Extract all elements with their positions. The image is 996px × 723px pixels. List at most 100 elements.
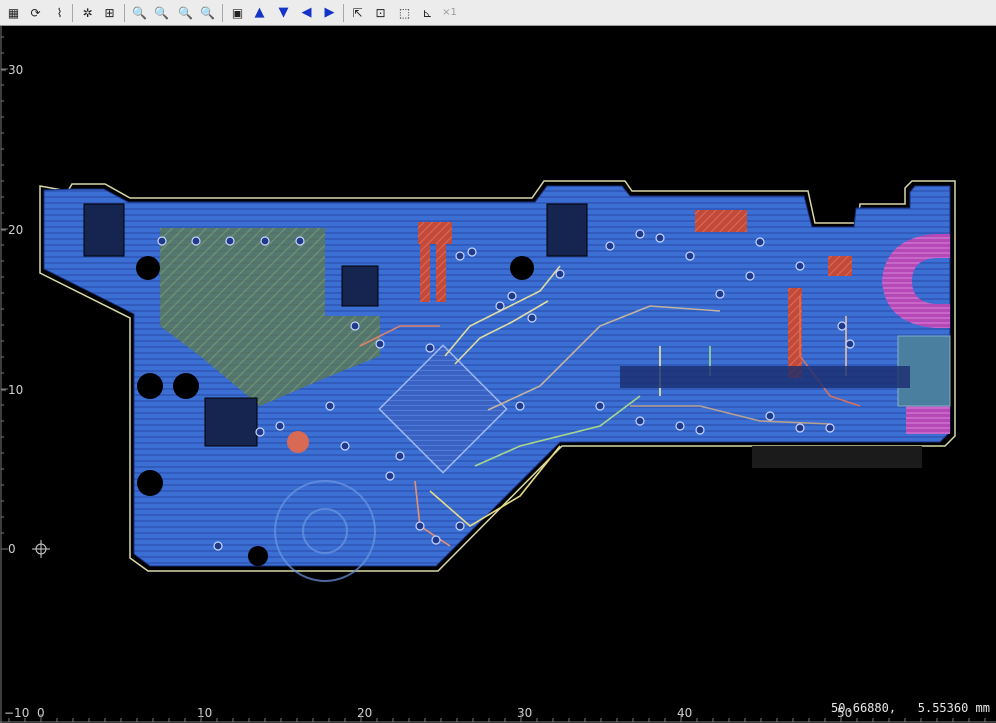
red-trace-2 [436,244,446,302]
via [605,241,615,251]
measure-icon: ⊾ [422,5,433,20]
via [695,425,705,435]
route-button[interactable]: ⌇ [50,3,69,22]
red-trace-1 [420,244,430,302]
pcb-layout-canvas[interactable]: 30 20 10 0 −10 0 10 20 30 40 50 50.66880, 5.55360 … [0,26,996,723]
zoom-previous-button[interactable]: 🔍 [198,3,217,22]
y-axis-label: 30 [8,63,23,77]
via [415,521,425,531]
select-button[interactable]: ⇱ [348,3,367,22]
arrow-right-icon: ▶ [324,5,335,20]
via [555,269,565,279]
cursor-icon: ⇱ [352,5,363,20]
orange-pad [287,431,309,453]
y-axis-label: 0 [8,542,16,556]
zoom-fit-icon: ⊞ [104,5,115,20]
red-pad-top [418,222,452,244]
toolbar-separator [124,4,125,22]
arrow-up-icon: ▲ [254,5,265,20]
via [715,289,725,299]
route-icon: ⌇ [56,5,63,20]
measure-button[interactable]: ⊾ [418,3,437,22]
select-area-button[interactable]: ⬚ [395,3,414,22]
via [795,261,805,271]
pan-up-button[interactable]: ▲ [250,3,269,22]
regulator-footprint [204,397,258,447]
via [455,251,465,261]
zoom-area-button[interactable]: 🔍 [152,3,171,22]
zoom-out-button[interactable]: 🔍 [176,3,195,22]
toolbar-separator [222,4,223,22]
via [375,339,385,349]
x-axis-label: 10 [197,706,212,720]
connector-footprint-mid [546,203,588,257]
via [595,401,605,411]
via [275,421,285,431]
red-block-2 [906,404,950,434]
via [255,427,265,437]
toolbar-separator [72,4,73,22]
via [527,313,537,323]
via [795,423,805,433]
pcb-drawing[interactable]: 3020100−10 0 10 20 30 40 50 [0,26,996,723]
via [213,541,223,551]
page-icon: ▣ [231,5,244,20]
toolbar: ▦ ⟳ ⌇ ✲ ⊞ 🔍 🔍 🔍 🔍 ▣ ▲ ▼ ◀ ▶ ⇱ ⊡ ⬚ ⊾ ×1 [0,0,996,26]
via [395,451,405,461]
via [515,401,525,411]
via [845,339,855,349]
zoom-in-button[interactable]: 🔍 [130,3,149,22]
mounting-hole [137,373,163,399]
via [825,423,835,433]
table-icon: ▦ [7,5,20,20]
via [325,401,335,411]
via [685,251,695,261]
via [191,236,201,246]
dark-strip [752,446,922,468]
redraw-button[interactable]: ⟳ [26,3,45,22]
via [350,321,360,331]
x-axis-label: 30 [517,706,532,720]
via [295,236,305,246]
y-axis-label: 10 [8,383,23,397]
select-box-icon: ⊡ [375,5,386,20]
via [655,233,665,243]
via [755,237,765,247]
x-axis-label: −10 [4,706,29,720]
via [635,229,645,239]
via [157,236,167,246]
red-pad-right [695,210,747,232]
pin-row [620,366,910,388]
pan-down-button[interactable]: ▼ [274,3,293,22]
via [837,321,847,331]
via [385,471,395,481]
red-block-1 [828,256,852,276]
via [260,236,270,246]
pan-right-button[interactable]: ▶ [320,3,339,22]
via [507,291,517,301]
zoom-area-icon: 🔍 [154,5,169,20]
via [455,521,465,531]
page-button[interactable]: ▣ [228,3,247,22]
select-box-button[interactable]: ⊡ [371,3,390,22]
pan-left-button[interactable]: ◀ [297,3,316,22]
settings-button[interactable]: ✲ [78,3,97,22]
refresh-icon: ⟳ [30,5,41,20]
mounting-hole [137,470,163,496]
via [635,416,645,426]
toolbar-separator [343,4,344,22]
origin-marker [32,540,50,558]
cursor-coordinates: 50.66880, 5.55360 mm [831,701,990,715]
dotted-box-icon: ⬚ [398,5,411,20]
fit-all-button[interactable]: ⊞ [100,3,119,22]
via [495,301,505,311]
button-footprint [341,265,379,307]
zoom-previous-icon: 🔍 [200,5,215,20]
via [675,421,685,431]
multiplier-button: ×1 [440,3,459,22]
via [225,236,235,246]
layers-table-button[interactable]: ▦ [4,3,23,22]
via [431,535,441,545]
multiply-icon: ×1 [442,6,457,18]
mounting-hole [248,546,268,566]
